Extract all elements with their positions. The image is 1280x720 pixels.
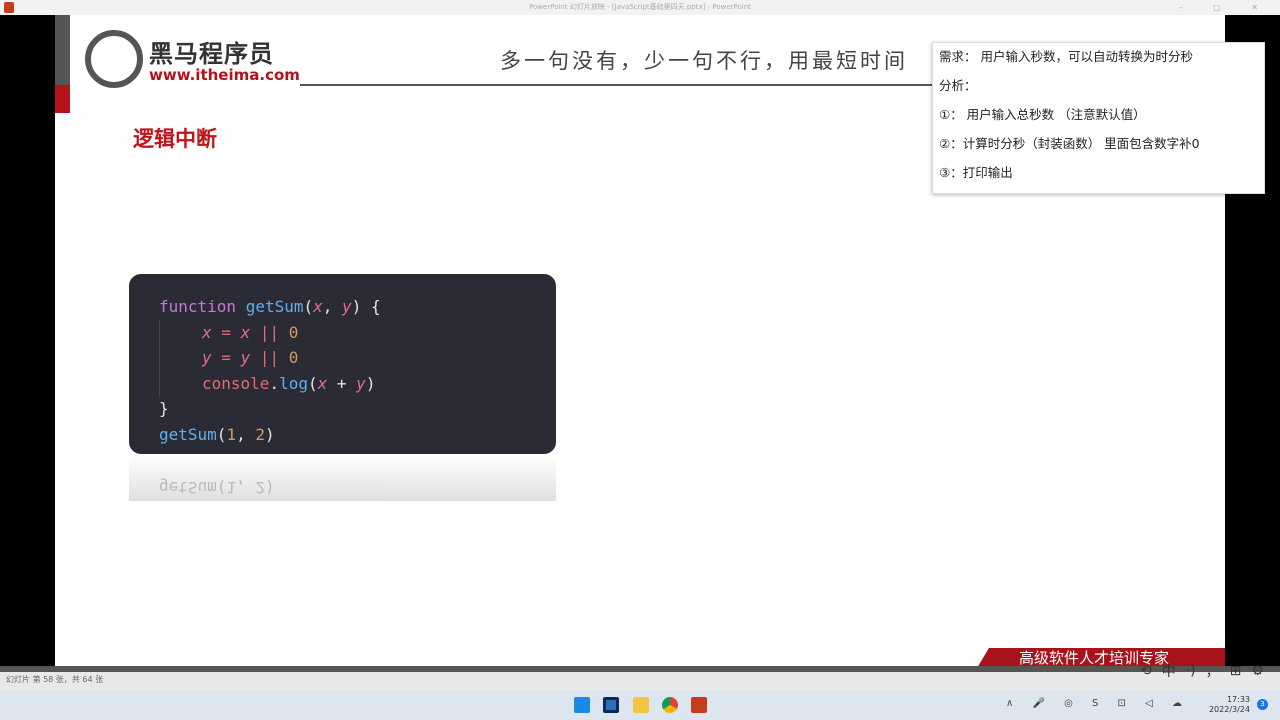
note-line: 分析： [939, 78, 977, 93]
code-reflection: getSum(1, 2) [129, 455, 556, 501]
code-line-6: getSum(1, 2) [159, 424, 275, 444]
notification-badge[interactable]: 3 [1257, 699, 1268, 710]
code-block: function getSum(x, y) { x = x || 0y = y |… [129, 274, 556, 454]
note-line: 需求： 用户输入秒数，可以自动转换为时分秒 [939, 49, 1193, 64]
taskbar: ∧ 🎤 ◎ S ⊡ ◁ ☁ 17:33 2022/3/24 3 [0, 690, 1280, 720]
task-view-icon[interactable] [603, 697, 619, 713]
code-line-1: function getSum(x, y) { [159, 297, 381, 316]
requirements-note: 需求： 用户输入秒数，可以自动转换为时分秒 分析： ①： 用户输入总秒数 （注意… [932, 42, 1265, 194]
system-tray-icons[interactable]: ∧ 🎤 ◎ S ⊡ ◁ ☁ [1006, 698, 1190, 709]
file-explorer-icon[interactable] [633, 697, 649, 713]
window-title: PowerPoint 幻灯片放映 - [JavaScript基础第四天.pptx… [529, 3, 751, 11]
slide-motto: 多一句没有，少一句不行，用最短时间 [500, 49, 908, 73]
itheima-logo: 黑马程序员 www.itheima.com [85, 30, 300, 90]
code-line-2: x = x || 0 [159, 319, 526, 345]
powerpoint-taskbar-icon[interactable] [691, 697, 707, 713]
slide-counter: 幻灯片 第 58 张，共 64 张 [6, 675, 104, 684]
code-line-5: } [159, 399, 169, 418]
ime-settings-icon[interactable]: ⚙ [1251, 663, 1264, 679]
ime-mode[interactable]: 中 [1162, 661, 1176, 681]
clock-time: 17:33 [1226, 695, 1250, 704]
ime-punct-icon[interactable]: ， [1206, 661, 1220, 681]
ime-toolbar[interactable]: ⟲ 中 ·) ， ⊞ ⚙ [1140, 660, 1280, 682]
logo-text-en: www.itheima.com [149, 66, 300, 84]
ime-switch-icon[interactable]: ⟲ [1140, 663, 1152, 679]
logo-text-cn: 黑马程序员 [149, 40, 274, 68]
slide-accent-red [55, 85, 70, 113]
ime-moon-icon[interactable]: ·) [1186, 663, 1196, 679]
clock-date: 2022/3/24 [1208, 705, 1250, 714]
note-line: ③：打印输出 [939, 165, 1013, 180]
powerpoint-icon [4, 2, 14, 13]
chrome-icon[interactable] [662, 697, 678, 713]
horse-logo-icon [85, 30, 143, 88]
window-controls[interactable]: – ▢ ✕ [1179, 0, 1272, 15]
code-line-4: console.log(x + y) [159, 370, 526, 396]
slide-title: 逻辑中断 [133, 127, 217, 151]
note-line: ②：计算时分秒（封装函数） 里面包含数字补0 [939, 136, 1200, 151]
window-titlebar: PowerPoint 幻灯片放映 - [JavaScript基础第四天.pptx… [0, 0, 1280, 15]
start-icon[interactable] [574, 697, 590, 713]
status-bar: 幻灯片 第 58 张，共 64 张 [0, 666, 1280, 690]
code-line-3: y = y || 0 [159, 345, 526, 371]
note-line: ①： 用户输入总秒数 （注意默认值） [939, 107, 1146, 122]
slide-accent-gray [55, 15, 70, 85]
clock[interactable]: 17:33 2022/3/24 [1209, 695, 1250, 715]
ime-keyboard-icon[interactable]: ⊞ [1230, 663, 1242, 679]
